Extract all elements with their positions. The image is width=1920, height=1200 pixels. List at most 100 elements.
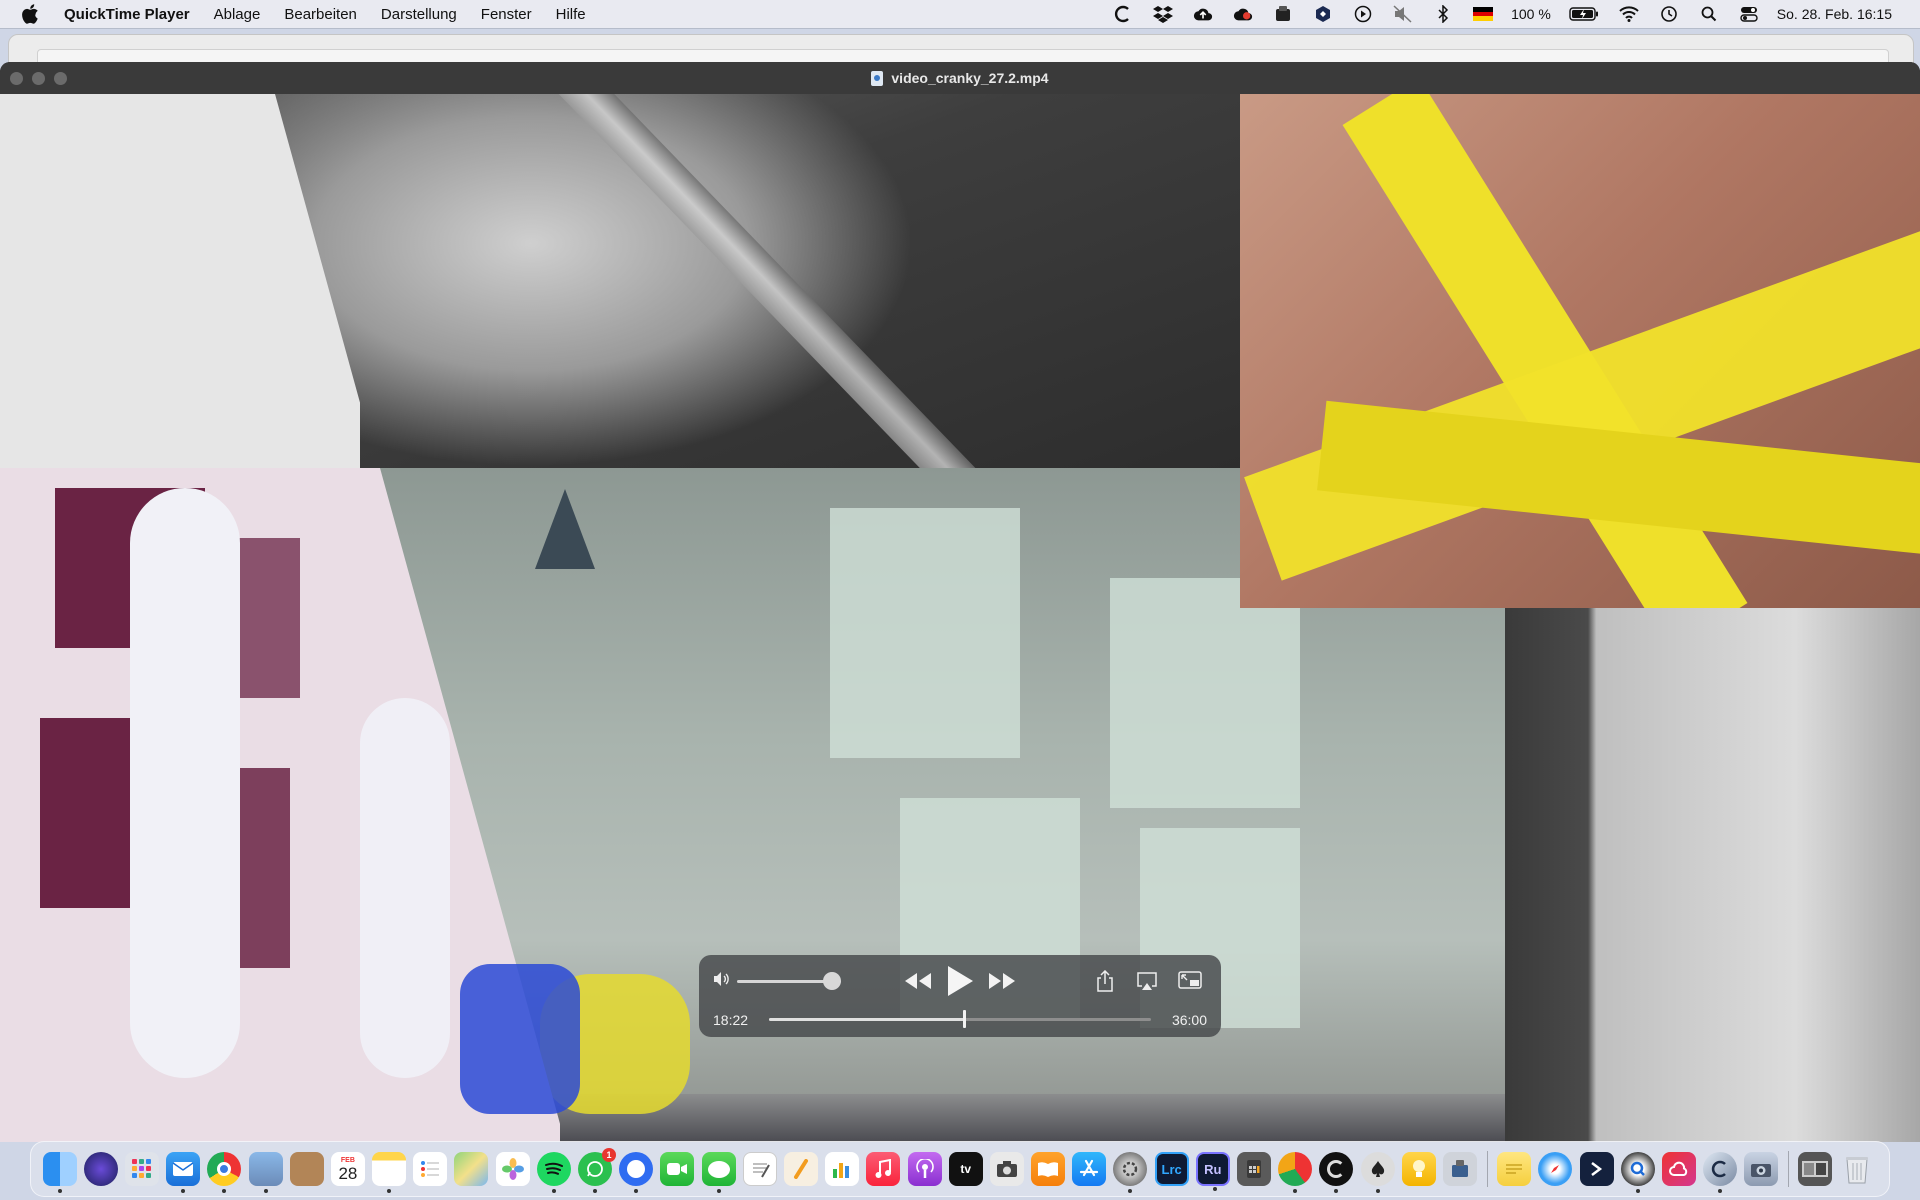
figure-silhouette xyxy=(360,698,450,1078)
mute-icon[interactable] xyxy=(1393,4,1413,24)
mail-icon[interactable] xyxy=(166,1152,201,1193)
dock: FEB 28 1 tv Lrc Ru xyxy=(30,1141,1890,1197)
fast-forward-button[interactable] xyxy=(987,967,1017,995)
scrubber-track[interactable] xyxy=(769,1018,1151,1021)
battery-icon[interactable] xyxy=(1569,4,1599,24)
whatsapp-badge: 1 xyxy=(602,1148,617,1162)
signal-icon[interactable] xyxy=(619,1152,654,1193)
system-preferences-icon[interactable] xyxy=(1113,1152,1148,1193)
dock-separator xyxy=(1787,1151,1789,1187)
idea-bulb-icon[interactable] xyxy=(1401,1152,1436,1186)
pages-icon[interactable] xyxy=(783,1152,818,1186)
calendar-icon[interactable]: FEB 28 xyxy=(330,1152,365,1186)
play-button[interactable] xyxy=(943,964,977,998)
wifi-icon[interactable] xyxy=(1619,4,1639,24)
calendar-day: 28 xyxy=(338,1163,358,1183)
minimized-window-thumbnail[interactable] xyxy=(1798,1152,1833,1186)
menu-fenster[interactable]: Fenster xyxy=(481,6,532,23)
play-circle-icon[interactable] xyxy=(1353,4,1373,24)
menu-ablage[interactable]: Ablage xyxy=(214,6,261,23)
preview-icon[interactable] xyxy=(248,1152,283,1193)
current-time: 18:22 xyxy=(713,1012,749,1028)
whatsapp-icon[interactable]: 1 xyxy=(578,1148,617,1193)
contacts-icon[interactable] xyxy=(289,1152,324,1186)
apple-tv-icon[interactable]: tv xyxy=(948,1152,983,1186)
window-titlebar[interactable]: video_cranky_27.2.mp4 xyxy=(0,62,1920,94)
menu-darstellung[interactable]: Darstellung xyxy=(381,6,457,23)
volume-slider-knob[interactable] xyxy=(823,972,842,990)
window-controls xyxy=(10,72,76,85)
blue-garment xyxy=(460,964,580,1114)
playback-controls: 18:22 36:00 xyxy=(699,955,1221,1037)
share-button[interactable] xyxy=(1093,967,1117,995)
menu-app-name[interactable]: QuickTime Player xyxy=(64,6,190,23)
window-title: video_cranky_27.2.mp4 xyxy=(891,70,1049,86)
notes-icon[interactable] xyxy=(372,1152,407,1193)
trash-icon[interactable] xyxy=(1840,1152,1874,1186)
german-flag-icon[interactable] xyxy=(1473,4,1494,24)
apple-menu-icon[interactable] xyxy=(22,4,46,24)
finder-icon[interactable] xyxy=(42,1152,77,1193)
time-machine-icon[interactable] xyxy=(1659,4,1679,24)
hexagon-app-icon[interactable] xyxy=(1313,4,1333,24)
cleanshot-icon[interactable] xyxy=(1113,4,1133,24)
menu-bearbeiten[interactable]: Bearbeiten xyxy=(284,6,357,23)
messages-icon[interactable] xyxy=(701,1152,736,1193)
rush-label: Ru xyxy=(1204,1161,1222,1177)
disk-diag-icon[interactable] xyxy=(1278,1152,1313,1193)
lightroom-classic-icon[interactable]: Lrc xyxy=(1154,1152,1189,1186)
video-hand-closeup-scene xyxy=(1505,608,1920,1142)
spotlight-search-icon[interactable] xyxy=(1699,4,1719,24)
siri-icon[interactable] xyxy=(83,1152,118,1186)
dock-separator xyxy=(1486,1151,1488,1187)
chrome-icon[interactable] xyxy=(207,1152,242,1193)
activity-ring-icon[interactable] xyxy=(1319,1152,1354,1193)
picture-in-picture-button[interactable] xyxy=(1177,967,1203,995)
premiere-rush-icon[interactable]: Ru xyxy=(1195,1152,1230,1191)
facetime-icon[interactable] xyxy=(660,1152,695,1186)
backup-drive-icon[interactable] xyxy=(1273,4,1293,24)
launchpad-icon[interactable] xyxy=(124,1152,159,1186)
stickies-icon[interactable] xyxy=(1497,1152,1532,1186)
reminders-icon[interactable] xyxy=(413,1152,448,1186)
image-capture-icon[interactable] xyxy=(1744,1152,1779,1186)
status-area: 100 % So. 28. Feb. 16:15 xyxy=(1103,4,1900,24)
quicktime-player-icon[interactable] xyxy=(1620,1152,1655,1193)
safari-icon[interactable] xyxy=(1538,1152,1573,1186)
calculator-icon[interactable] xyxy=(1237,1152,1272,1186)
zoom-window-button[interactable] xyxy=(54,72,67,85)
music-icon[interactable] xyxy=(866,1152,901,1186)
books-icon[interactable] xyxy=(1031,1152,1066,1186)
dropbox-icon[interactable] xyxy=(1153,4,1174,24)
spotify-icon[interactable] xyxy=(536,1152,571,1193)
shortcut-arrow-app-icon[interactable] xyxy=(1579,1152,1614,1186)
capture-app-icon[interactable] xyxy=(1703,1152,1738,1193)
migration-assistant-icon[interactable] xyxy=(1442,1152,1477,1186)
figure-silhouette xyxy=(130,488,240,1078)
apple-tv-label: tv xyxy=(960,1162,972,1176)
volume-icon[interactable] xyxy=(713,971,731,987)
cloud-upload-icon[interactable] xyxy=(1193,4,1213,24)
spade-app-icon[interactable] xyxy=(1360,1152,1395,1193)
control-center-icon[interactable] xyxy=(1739,4,1759,24)
bluetooth-icon[interactable] xyxy=(1433,4,1453,24)
airplay-button[interactable] xyxy=(1135,967,1159,995)
maps-icon[interactable] xyxy=(454,1152,489,1186)
close-window-button[interactable] xyxy=(10,72,23,85)
scrubber-playhead[interactable] xyxy=(962,1010,966,1028)
photos-icon[interactable] xyxy=(495,1152,530,1186)
screenshot-icon[interactable] xyxy=(989,1152,1024,1186)
numbers-icon[interactable] xyxy=(825,1152,860,1186)
blue-cone-prop xyxy=(535,489,595,569)
app-store-icon[interactable] xyxy=(1072,1152,1107,1186)
scrubber-progress xyxy=(769,1018,964,1021)
menu-hilfe[interactable]: Hilfe xyxy=(556,6,586,23)
menubar-clock[interactable]: So. 28. Feb. 16:15 xyxy=(1777,6,1892,22)
rewind-button[interactable] xyxy=(903,967,933,995)
minimize-window-button[interactable] xyxy=(32,72,45,85)
creative-cloud-app-icon[interactable] xyxy=(1661,1152,1696,1186)
creative-cloud-icon[interactable] xyxy=(1233,4,1253,24)
podcasts-icon[interactable] xyxy=(907,1152,942,1186)
video-yellow-ribbon-scene xyxy=(1240,94,1920,608)
textedit-icon[interactable] xyxy=(742,1152,777,1186)
